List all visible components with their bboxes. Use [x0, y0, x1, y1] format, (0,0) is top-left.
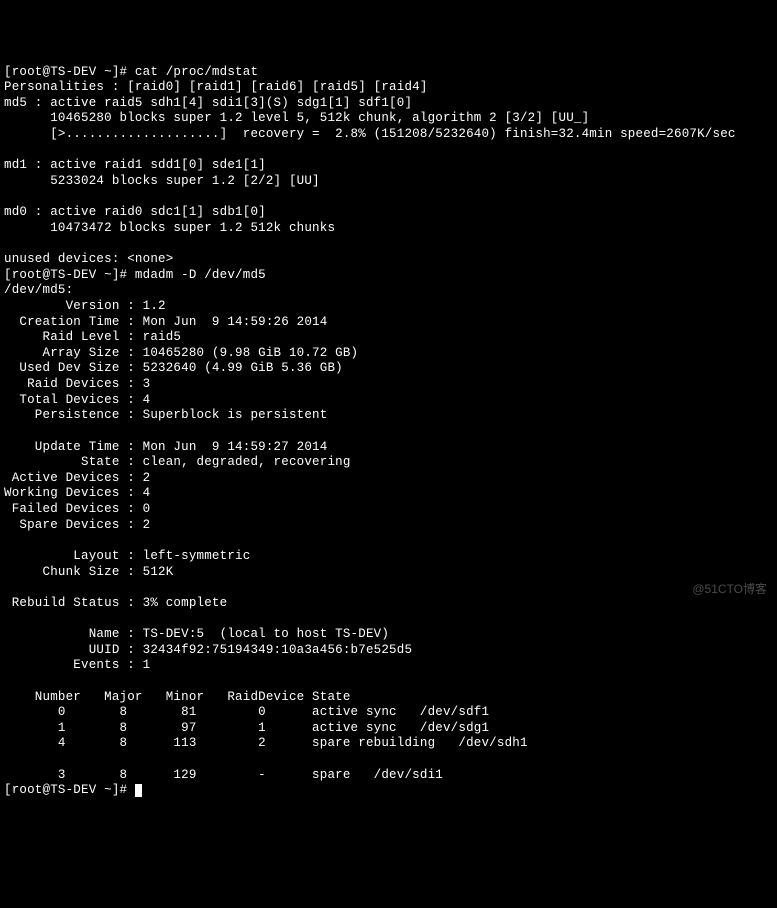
- mdadm-creation-time: Creation Time : Mon Jun 9 14:59:26 2014: [4, 315, 327, 329]
- mdadm-used-dev-size: Used Dev Size : 5232640 (4.99 GiB 5.36 G…: [4, 361, 343, 375]
- shell-prompt: [root@TS-DEV ~]#: [4, 783, 135, 797]
- mdadm-layout: Layout : left-symmetric: [4, 549, 250, 563]
- mdadm-version: Version : 1.2: [4, 299, 166, 313]
- mdadm-working-devices: Working Devices : 4: [4, 486, 150, 500]
- mdadm-table-row: 4 8 113 2 spare rebuilding /dev/sdh1: [4, 736, 528, 750]
- command: mdadm -D /dev/md5: [135, 268, 266, 282]
- mdstat-md5-recovery: [>....................] recovery = 2.8% …: [4, 127, 736, 141]
- mdadm-table-row: 1 8 97 1 active sync /dev/sdg1: [4, 721, 489, 735]
- mdadm-rebuild-status: Rebuild Status : 3% complete: [4, 596, 227, 610]
- mdadm-table-header: Number Major Minor RaidDevice State: [4, 690, 351, 704]
- mdadm-chunk-size: Chunk Size : 512K: [4, 565, 173, 579]
- mdadm-failed-devices: Failed Devices : 0: [4, 502, 150, 516]
- mdstat-md5-line1: md5 : active raid5 sdh1[4] sdi1[3](S) sd…: [4, 96, 412, 110]
- mdadm-raid-devices: Raid Devices : 3: [4, 377, 150, 391]
- mdadm-active-devices: Active Devices : 2: [4, 471, 150, 485]
- terminal-cursor[interactable]: [135, 784, 142, 797]
- mdadm-name: Name : TS-DEV:5 (local to host TS-DEV): [4, 627, 389, 641]
- mdadm-uuid: UUID : 32434f92:75194349:10a3a456:b7e525…: [4, 643, 412, 657]
- mdstat-unused: unused devices: <none>: [4, 252, 173, 266]
- mdadm-table-row: 0 8 81 0 active sync /dev/sdf1: [4, 705, 489, 719]
- mdstat-md0-line1: md0 : active raid0 sdc1[1] sdb1[0]: [4, 205, 266, 219]
- mdadm-events: Events : 1: [4, 658, 150, 672]
- mdadm-update-time: Update Time : Mon Jun 9 14:59:27 2014: [4, 440, 327, 454]
- shell-prompt: [root@TS-DEV ~]#: [4, 65, 135, 79]
- mdadm-state: State : clean, degraded, recovering: [4, 455, 351, 469]
- mdadm-array-size: Array Size : 10465280 (9.98 GiB 10.72 GB…: [4, 346, 358, 360]
- mdadm-table-row: 3 8 129 - spare /dev/sdi1: [4, 768, 443, 782]
- watermark-text: @51CTO博客: [692, 582, 767, 597]
- mdstat-personalities: Personalities : [raid0] [raid1] [raid6] …: [4, 80, 428, 94]
- mdadm-total-devices: Total Devices : 4: [4, 393, 150, 407]
- mdadm-spare-devices: Spare Devices : 2: [4, 518, 150, 532]
- mdadm-persistence: Persistence : Superblock is persistent: [4, 408, 327, 422]
- mdstat-md1-line2: 5233024 blocks super 1.2 [2/2] [UU]: [4, 174, 320, 188]
- mdadm-header: /dev/md5:: [4, 283, 73, 297]
- mdadm-raid-level: Raid Level : raid5: [4, 330, 181, 344]
- mdstat-md5-line2: 10465280 blocks super 1.2 level 5, 512k …: [4, 111, 589, 125]
- shell-prompt: [root@TS-DEV ~]#: [4, 268, 135, 282]
- command: cat /proc/mdstat: [135, 65, 258, 79]
- mdstat-md0-line2: 10473472 blocks super 1.2 512k chunks: [4, 221, 335, 235]
- mdstat-md1-line1: md1 : active raid1 sdd1[0] sde1[1]: [4, 158, 266, 172]
- terminal-output[interactable]: [root@TS-DEV ~]# cat /proc/mdstat Person…: [4, 65, 773, 799]
